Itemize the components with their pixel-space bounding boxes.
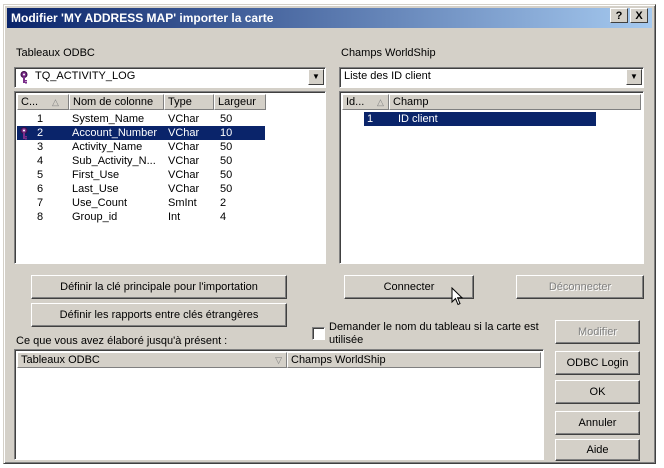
table-row[interactable]: 8 Group_id Int 4 xyxy=(17,210,265,224)
help-title-button[interactable]: ? xyxy=(610,8,628,23)
define-primary-key-button[interactable]: Définir la clé principale pour l'importa… xyxy=(31,275,287,299)
mappings-list[interactable]: Tableaux ODBC ▽ Champs WorldShip xyxy=(14,349,544,460)
worldship-list-combo[interactable]: Liste des ID client ▼ xyxy=(339,67,644,88)
odbc-columns-list[interactable]: C... △ Nom de colonne Type Largeur 1 Sys… xyxy=(14,91,326,264)
modify-button[interactable]: Modifier xyxy=(555,320,640,344)
window-title: Modifier 'MY ADDRESS MAP' importer la ca… xyxy=(11,11,274,25)
table-row[interactable]: 6 Last_Use VChar 50 xyxy=(17,182,265,196)
disconnect-button[interactable]: Déconnecter xyxy=(516,275,644,299)
column-header-worldship-fields[interactable]: Champs WorldShip xyxy=(287,352,541,368)
help-button[interactable]: Aide xyxy=(555,439,640,461)
odbc-tables-label: Tableaux ODBC xyxy=(16,47,95,59)
column-header-c[interactable]: C... △ xyxy=(17,94,69,110)
worldship-fields-list[interactable]: Id... △ Champ 1 ID client xyxy=(339,91,644,264)
ask-table-name-label: Demander le nom du tableau si la carte e… xyxy=(329,321,539,346)
odbc-table-combo[interactable]: TQ_ACTIVITY_LOG ▼ xyxy=(14,67,326,88)
cancel-button[interactable]: Annuler xyxy=(555,411,640,435)
table-row[interactable]: 4 Sub_Activity_N... VChar 50 xyxy=(17,154,265,168)
column-header-name[interactable]: Nom de colonne xyxy=(69,94,164,110)
ok-button[interactable]: OK xyxy=(555,380,640,404)
table-row-selected[interactable]: 1 ID client xyxy=(364,112,596,126)
table-row[interactable]: 7 Use_Count SmInt 2 xyxy=(17,196,265,210)
table-row-selected[interactable]: 2 Account_Number VChar 10 xyxy=(17,126,265,140)
chevron-down-icon[interactable]: ▼ xyxy=(626,69,642,85)
odbc-login-button[interactable]: ODBC Login xyxy=(555,351,640,375)
table-row[interactable]: 5 First_Use VChar 50 xyxy=(17,168,265,182)
table-row[interactable]: 3 Activity_Name VChar 50 xyxy=(17,140,265,154)
sort-down-icon: ▽ xyxy=(275,355,282,365)
worldship-fields-label: Champs WorldShip xyxy=(341,47,436,59)
column-header-odbc-tables[interactable]: Tableaux ODBC ▽ xyxy=(17,352,287,368)
mouse-cursor-icon xyxy=(451,287,464,306)
dialog-window: Modifier 'MY ADDRESS MAP' importer la ca… xyxy=(3,4,656,464)
column-header-champ[interactable]: Champ xyxy=(389,94,641,110)
close-title-button[interactable]: X xyxy=(630,8,648,23)
built-so-far-label: Ce que vous avez élaboré jusqu'à présent… xyxy=(16,335,228,347)
chevron-down-icon[interactable]: ▼ xyxy=(308,69,324,85)
column-header-width[interactable]: Largeur xyxy=(214,94,266,110)
column-header-id[interactable]: Id... △ xyxy=(342,94,389,110)
sort-up-icon: △ xyxy=(377,97,384,107)
column-header-type[interactable]: Type xyxy=(164,94,214,110)
odbc-table-combo-value: TQ_ACTIVITY_LOG xyxy=(35,70,136,82)
ask-table-name-checkbox[interactable] xyxy=(312,327,325,340)
title-bar: Modifier 'MY ADDRESS MAP' importer la ca… xyxy=(7,8,652,28)
table-row[interactable]: 1 System_Name VChar 50 xyxy=(17,112,265,126)
key-icon xyxy=(20,127,28,140)
key-icon xyxy=(20,71,28,84)
define-foreign-keys-button[interactable]: Définir les rapports entre clés étrangèr… xyxy=(31,303,287,327)
sort-up-icon: △ xyxy=(52,97,59,107)
worldship-list-combo-value: Liste des ID client xyxy=(344,70,431,82)
